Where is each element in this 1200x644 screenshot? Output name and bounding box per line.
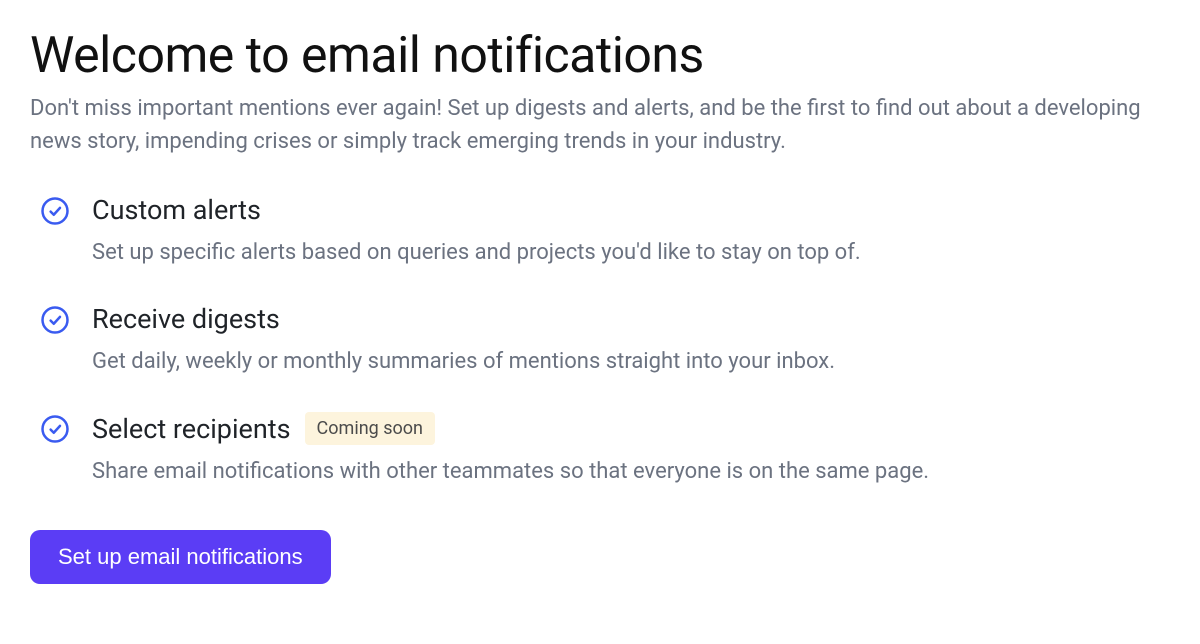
feature-title: Custom alerts (92, 194, 261, 226)
feature-item-receive-digests: Receive digests Get daily, weekly or mon… (40, 303, 1170, 378)
feature-description: Set up specific alerts based on queries … (92, 236, 1170, 269)
feature-description: Share email notifications with other tea… (92, 455, 1170, 488)
page-title: Welcome to email notifications (30, 28, 1170, 86)
feature-title-row: Custom alerts (92, 194, 1170, 226)
check-circle-icon (40, 305, 70, 335)
coming-soon-badge: Coming soon (305, 412, 435, 445)
feature-title-row: Select recipients Coming soon (92, 412, 1170, 445)
feature-description: Get daily, weekly or monthly summaries o… (92, 345, 1170, 378)
page-subtitle: Don't miss important mentions ever again… (30, 92, 1170, 158)
feature-item-custom-alerts: Custom alerts Set up specific alerts bas… (40, 194, 1170, 269)
feature-title-row: Receive digests (92, 303, 1170, 335)
feature-title: Select recipients (92, 413, 291, 445)
check-circle-icon (40, 414, 70, 444)
check-circle-icon (40, 196, 70, 226)
feature-body: Select recipients Coming soon Share emai… (92, 412, 1170, 488)
feature-item-select-recipients: Select recipients Coming soon Share emai… (40, 412, 1170, 488)
feature-body: Custom alerts Set up specific alerts bas… (92, 194, 1170, 269)
features-list: Custom alerts Set up specific alerts bas… (30, 194, 1170, 489)
feature-body: Receive digests Get daily, weekly or mon… (92, 303, 1170, 378)
feature-title: Receive digests (92, 303, 280, 335)
setup-email-notifications-button[interactable]: Set up email notifications (30, 530, 331, 584)
